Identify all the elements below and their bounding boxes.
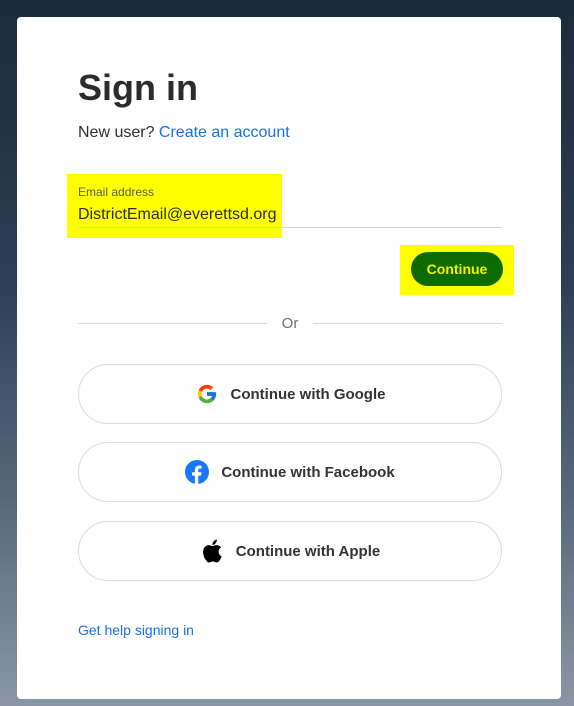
google-icon	[195, 382, 219, 406]
create-account-link[interactable]: Create an account	[159, 124, 290, 141]
new-user-prefix: New user?	[78, 124, 159, 141]
continue-with-facebook-button[interactable]: Continue with Facebook	[78, 442, 502, 502]
email-label: Email address	[78, 185, 155, 199]
continue-with-apple-button[interactable]: Continue with Apple	[78, 521, 502, 581]
page-title: Sign in	[78, 67, 198, 108]
email-underline	[78, 227, 502, 228]
apple-icon	[200, 539, 224, 563]
apple-label: Continue with Apple	[235, 542, 381, 560]
facebook-label: Continue with Facebook	[221, 463, 395, 481]
or-divider: Or	[78, 315, 502, 333]
facebook-icon	[185, 460, 210, 484]
get-help-link[interactable]: Get help signing in	[78, 622, 194, 638]
divider-line-right	[313, 323, 502, 324]
continue-button[interactable]: Continue	[411, 252, 503, 286]
sign-in-card: Sign in New user? Create an account Emai…	[17, 17, 561, 699]
email-field[interactable]: DistrictEmail@everettsd.org	[78, 206, 277, 224]
google-label: Continue with Google	[230, 385, 386, 403]
continue-with-google-button[interactable]: Continue with Google	[78, 364, 502, 424]
new-user-row: New user? Create an account	[78, 124, 290, 142]
